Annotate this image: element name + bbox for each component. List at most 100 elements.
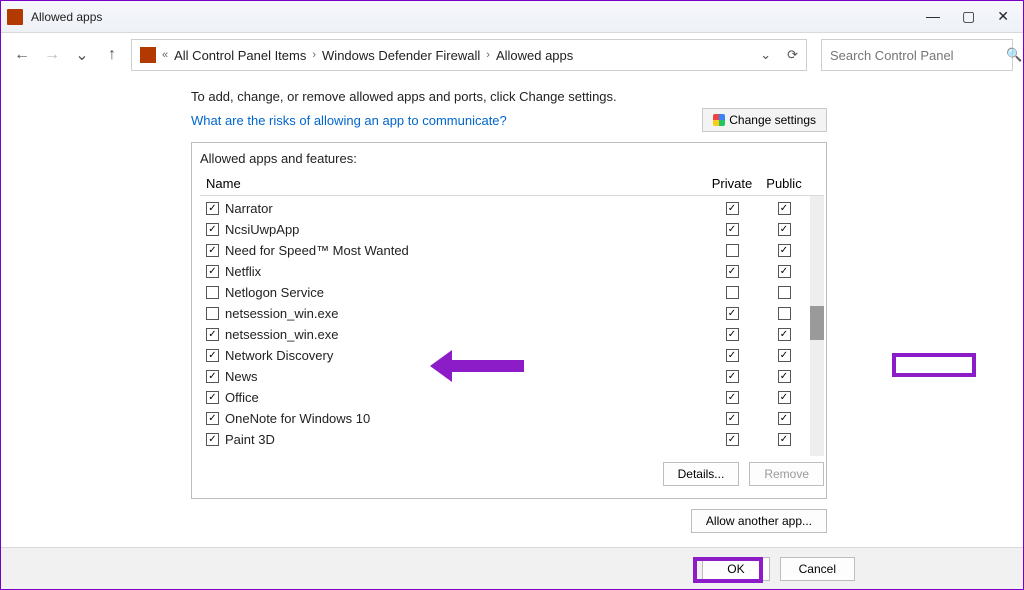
public-checkbox[interactable] bbox=[778, 391, 791, 404]
table-row[interactable]: netsession_win.exe bbox=[206, 324, 824, 345]
allow-another-app-button[interactable]: Allow another app... bbox=[691, 509, 827, 533]
nav-row: ← → ⌄ ↑ « All Control Panel Items › Wind… bbox=[1, 33, 1023, 77]
private-checkbox[interactable] bbox=[726, 223, 739, 236]
public-checkbox[interactable] bbox=[778, 370, 791, 383]
breadcrumb[interactable]: Allowed apps bbox=[496, 48, 573, 63]
ok-button[interactable]: OK bbox=[702, 557, 769, 581]
app-enabled-checkbox[interactable] bbox=[206, 286, 219, 299]
window-title: Allowed apps bbox=[31, 10, 102, 24]
app-enabled-checkbox[interactable] bbox=[206, 265, 219, 278]
private-checkbox[interactable] bbox=[726, 391, 739, 404]
details-button[interactable]: Details... bbox=[663, 462, 740, 486]
table-row[interactable]: Narrator bbox=[206, 198, 824, 219]
firewall-icon bbox=[7, 9, 23, 25]
minimize-button[interactable]: — bbox=[926, 8, 940, 25]
chevron-icon: › bbox=[486, 49, 490, 61]
bottom-bar: OK Cancel bbox=[1, 547, 1023, 589]
private-checkbox[interactable] bbox=[726, 412, 739, 425]
app-name: Narrator bbox=[225, 201, 706, 216]
risks-link[interactable]: What are the risks of allowing an app to… bbox=[191, 113, 507, 128]
private-checkbox[interactable] bbox=[726, 307, 739, 320]
remove-button[interactable]: Remove bbox=[749, 462, 824, 486]
table-header: Name Private Public bbox=[200, 172, 824, 196]
app-enabled-checkbox[interactable] bbox=[206, 202, 219, 215]
public-checkbox[interactable] bbox=[778, 223, 791, 236]
apps-list[interactable]: Narrator NcsiUwpApp Need for Speed™ Most W… bbox=[200, 196, 824, 456]
app-name: netsession_win.exe bbox=[225, 306, 706, 321]
public-checkbox[interactable] bbox=[778, 286, 791, 299]
shield-icon bbox=[713, 114, 725, 126]
private-checkbox[interactable] bbox=[726, 265, 739, 278]
private-checkbox[interactable] bbox=[726, 433, 739, 446]
private-checkbox[interactable] bbox=[726, 286, 739, 299]
breadcrumb[interactable]: Windows Defender Firewall bbox=[322, 48, 480, 63]
app-enabled-checkbox[interactable] bbox=[206, 223, 219, 236]
private-checkbox[interactable] bbox=[726, 244, 739, 257]
table-row[interactable]: Office bbox=[206, 387, 824, 408]
breadcrumb[interactable]: All Control Panel Items bbox=[174, 48, 306, 63]
column-name[interactable]: Name bbox=[206, 176, 706, 191]
recent-chevron-icon[interactable]: ⌄ bbox=[71, 44, 93, 66]
app-enabled-checkbox[interactable] bbox=[206, 433, 219, 446]
up-button[interactable]: ↑ bbox=[101, 44, 123, 66]
cancel-button[interactable]: Cancel bbox=[780, 557, 855, 581]
app-name: Office bbox=[225, 390, 706, 405]
app-enabled-checkbox[interactable] bbox=[206, 328, 219, 341]
app-name: Need for Speed™ Most Wanted bbox=[225, 243, 706, 258]
app-name: OneNote for Windows 10 bbox=[225, 411, 706, 426]
chevron-icon: « bbox=[162, 49, 168, 61]
address-chevron-icon[interactable]: ⌄ bbox=[760, 47, 771, 63]
close-button[interactable]: ✕ bbox=[997, 8, 1009, 25]
search-box[interactable]: 🔍 bbox=[821, 39, 1013, 71]
app-enabled-checkbox[interactable] bbox=[206, 412, 219, 425]
maximize-button[interactable]: ▢ bbox=[962, 8, 975, 25]
change-settings-button[interactable]: Change settings bbox=[702, 108, 827, 132]
public-checkbox[interactable] bbox=[778, 349, 791, 362]
column-private[interactable]: Private bbox=[706, 176, 758, 191]
table-row[interactable]: Netflix bbox=[206, 261, 824, 282]
app-enabled-checkbox[interactable] bbox=[206, 370, 219, 383]
public-checkbox[interactable] bbox=[778, 412, 791, 425]
search-input[interactable] bbox=[830, 48, 1006, 63]
public-checkbox[interactable] bbox=[778, 328, 791, 341]
app-enabled-checkbox[interactable] bbox=[206, 391, 219, 404]
titlebar: Allowed apps — ▢ ✕ bbox=[1, 1, 1023, 33]
scroll-thumb[interactable] bbox=[810, 306, 824, 340]
public-checkbox[interactable] bbox=[778, 433, 791, 446]
app-name: Netflix bbox=[225, 264, 706, 279]
search-icon[interactable]: 🔍 bbox=[1006, 47, 1022, 63]
public-checkbox[interactable] bbox=[778, 265, 791, 278]
window-controls: — ▢ ✕ bbox=[926, 8, 1017, 25]
table-row[interactable]: NcsiUwpApp bbox=[206, 219, 824, 240]
firewall-icon bbox=[140, 47, 156, 63]
app-enabled-checkbox[interactable] bbox=[206, 307, 219, 320]
address-bar[interactable]: « All Control Panel Items › Windows Defe… bbox=[131, 39, 807, 71]
change-settings-label: Change settings bbox=[729, 113, 816, 127]
private-checkbox[interactable] bbox=[726, 349, 739, 362]
app-enabled-checkbox[interactable] bbox=[206, 244, 219, 257]
private-checkbox[interactable] bbox=[726, 328, 739, 341]
content: To add, change, or remove allowed apps a… bbox=[1, 89, 1023, 533]
chevron-icon: › bbox=[312, 49, 316, 61]
refresh-button[interactable]: ⟳ bbox=[787, 47, 798, 63]
table-row[interactable]: Paint 3D bbox=[206, 429, 824, 450]
table-row[interactable]: OneNote for Windows 10 bbox=[206, 408, 824, 429]
panel-title: Allowed apps and features: bbox=[200, 151, 824, 166]
public-checkbox[interactable] bbox=[778, 244, 791, 257]
column-public[interactable]: Public bbox=[758, 176, 810, 191]
private-checkbox[interactable] bbox=[726, 202, 739, 215]
annotation-arrow bbox=[436, 360, 524, 372]
forward-button[interactable]: → bbox=[41, 44, 63, 66]
public-checkbox[interactable] bbox=[778, 307, 791, 320]
table-row[interactable]: netsession_win.exe bbox=[206, 303, 824, 324]
app-enabled-checkbox[interactable] bbox=[206, 349, 219, 362]
table-row[interactable]: Netlogon Service bbox=[206, 282, 824, 303]
public-checkbox[interactable] bbox=[778, 202, 791, 215]
private-checkbox[interactable] bbox=[726, 370, 739, 383]
app-name: NcsiUwpApp bbox=[225, 222, 706, 237]
allowed-apps-panel: Allowed apps and features: Name Private … bbox=[191, 142, 827, 499]
back-button[interactable]: ← bbox=[11, 44, 33, 66]
app-name: netsession_win.exe bbox=[225, 327, 706, 342]
scrollbar[interactable] bbox=[810, 196, 824, 456]
table-row[interactable]: Need for Speed™ Most Wanted bbox=[206, 240, 824, 261]
